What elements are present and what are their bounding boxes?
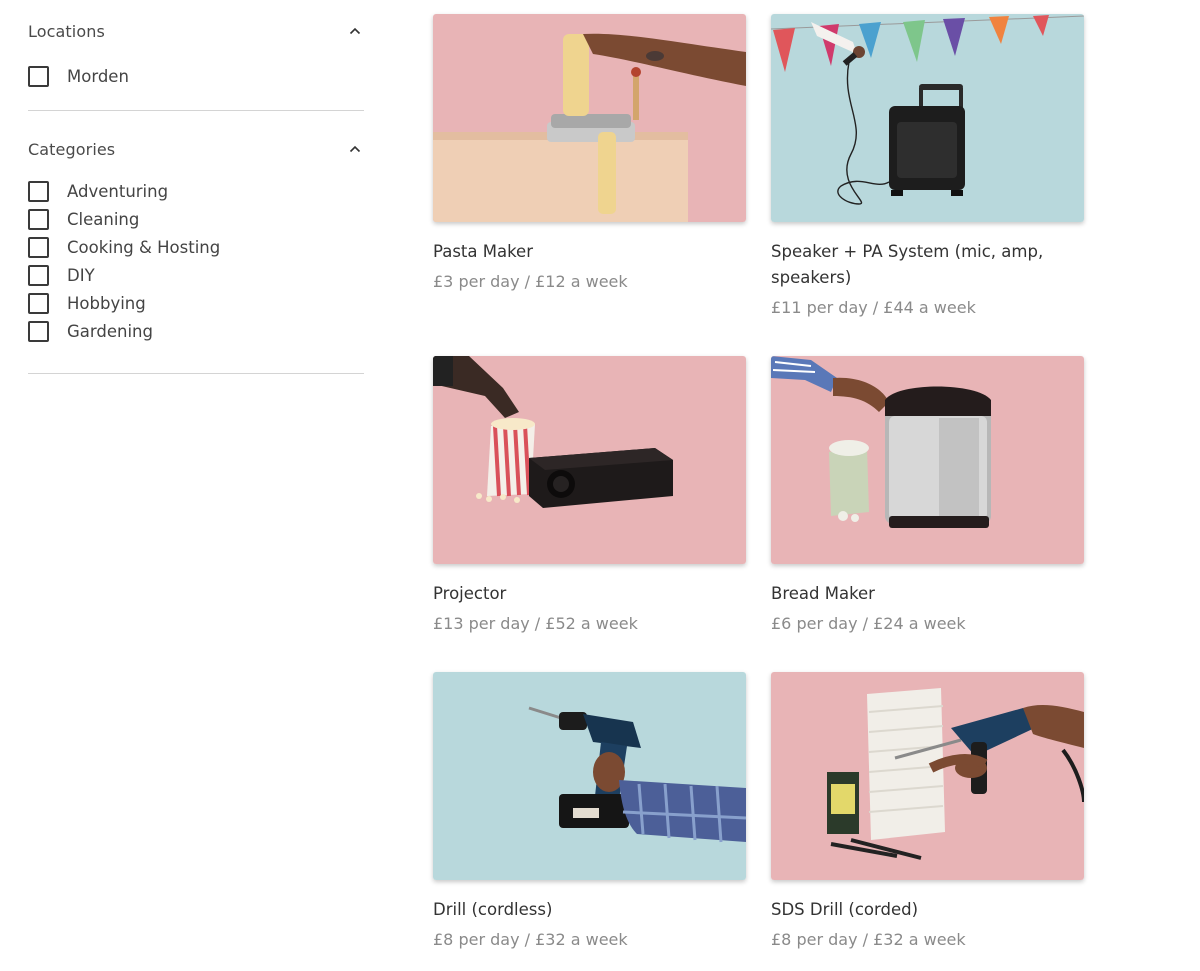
item-price: £8 per day / £32 a week (771, 930, 966, 949)
item-price: £6 per day / £24 a week (771, 614, 966, 633)
option-label: DIY (67, 265, 95, 285)
checkbox[interactable] (28, 292, 49, 314)
category-option-gardening[interactable]: Gardening (28, 317, 364, 345)
item-name[interactable]: Projector (433, 581, 746, 607)
option-label: Gardening (67, 321, 153, 341)
categories-title: Categories (28, 139, 116, 159)
category-option-hobbying[interactable]: Hobbying (28, 289, 364, 317)
item-name[interactable]: Speaker + PA System (mic, amp, speakers) (771, 239, 1084, 291)
item-card-sds-drill-corded[interactable]: SDS Drill (corded) £8 per day / £32 a we… (771, 672, 1084, 953)
checkbox[interactable] (28, 236, 49, 258)
categories-toggle[interactable]: Categories (28, 139, 364, 159)
item-name[interactable]: SDS Drill (corded) (771, 897, 1084, 923)
categories-options: Adventuring Cleaning Cooking & Hosting D… (28, 177, 364, 345)
item-name[interactable]: Bread Maker (771, 581, 1084, 607)
category-option-diy[interactable]: DIY (28, 261, 364, 289)
item-price: £3 per day / £12 a week (433, 272, 628, 291)
projector-photo[interactable] (433, 356, 746, 564)
item-price: £11 per day / £44 a week (771, 298, 976, 317)
item-card-bread-maker[interactable]: Bread Maker £6 per day / £24 a week (771, 356, 1084, 637)
speaker-pa-photo[interactable] (771, 14, 1084, 222)
item-name[interactable]: Drill (cordless) (433, 897, 746, 923)
locations-title: Locations (28, 21, 105, 41)
option-label: Hobbying (67, 293, 146, 313)
location-option-morden[interactable]: Morden (28, 62, 364, 90)
item-price: £13 per day / £52 a week (433, 614, 638, 633)
category-option-cleaning[interactable]: Cleaning (28, 205, 364, 233)
cordless-drill-photo[interactable] (433, 672, 746, 880)
item-card-projector[interactable]: Projector £13 per day / £52 a week (433, 356, 746, 637)
checkbox[interactable] (28, 180, 49, 202)
checkbox[interactable] (28, 65, 49, 87)
checkbox[interactable] (28, 264, 49, 286)
item-price: £8 per day / £32 a week (433, 930, 628, 949)
option-label: Cooking & Hosting (67, 237, 221, 257)
photo-background (433, 672, 746, 880)
item-card-pasta-maker[interactable]: Pasta Maker £3 per day / £12 a week (433, 14, 746, 295)
locations-options: Morden (28, 62, 364, 90)
option-label: Cleaning (67, 209, 140, 229)
category-option-adventuring[interactable]: Adventuring (28, 177, 364, 205)
checkbox[interactable] (28, 208, 49, 230)
checkbox[interactable] (28, 320, 49, 342)
item-card-drill-cordless[interactable]: Drill (cordless) £8 per day / £32 a week (433, 672, 746, 953)
category-option-cooking-hosting[interactable]: Cooking & Hosting (28, 233, 364, 261)
divider (28, 110, 364, 111)
option-label: Adventuring (67, 181, 169, 201)
item-name[interactable]: Pasta Maker (433, 239, 746, 265)
divider (28, 373, 364, 374)
pasta-maker-photo[interactable] (433, 14, 746, 222)
locations-toggle[interactable]: Locations (28, 21, 364, 41)
chevron-up-icon[interactable] (348, 142, 362, 156)
bread-maker-photo[interactable] (771, 356, 1084, 564)
sds-drill-photo[interactable] (771, 672, 1084, 880)
item-card-speaker-pa-system[interactable]: Speaker + PA System (mic, amp, speakers)… (771, 14, 1084, 321)
option-label: Morden (67, 66, 129, 86)
filter-sidebar: Locations Morden Categories Adventuring … (28, 0, 364, 374)
chevron-up-icon[interactable] (348, 24, 362, 38)
